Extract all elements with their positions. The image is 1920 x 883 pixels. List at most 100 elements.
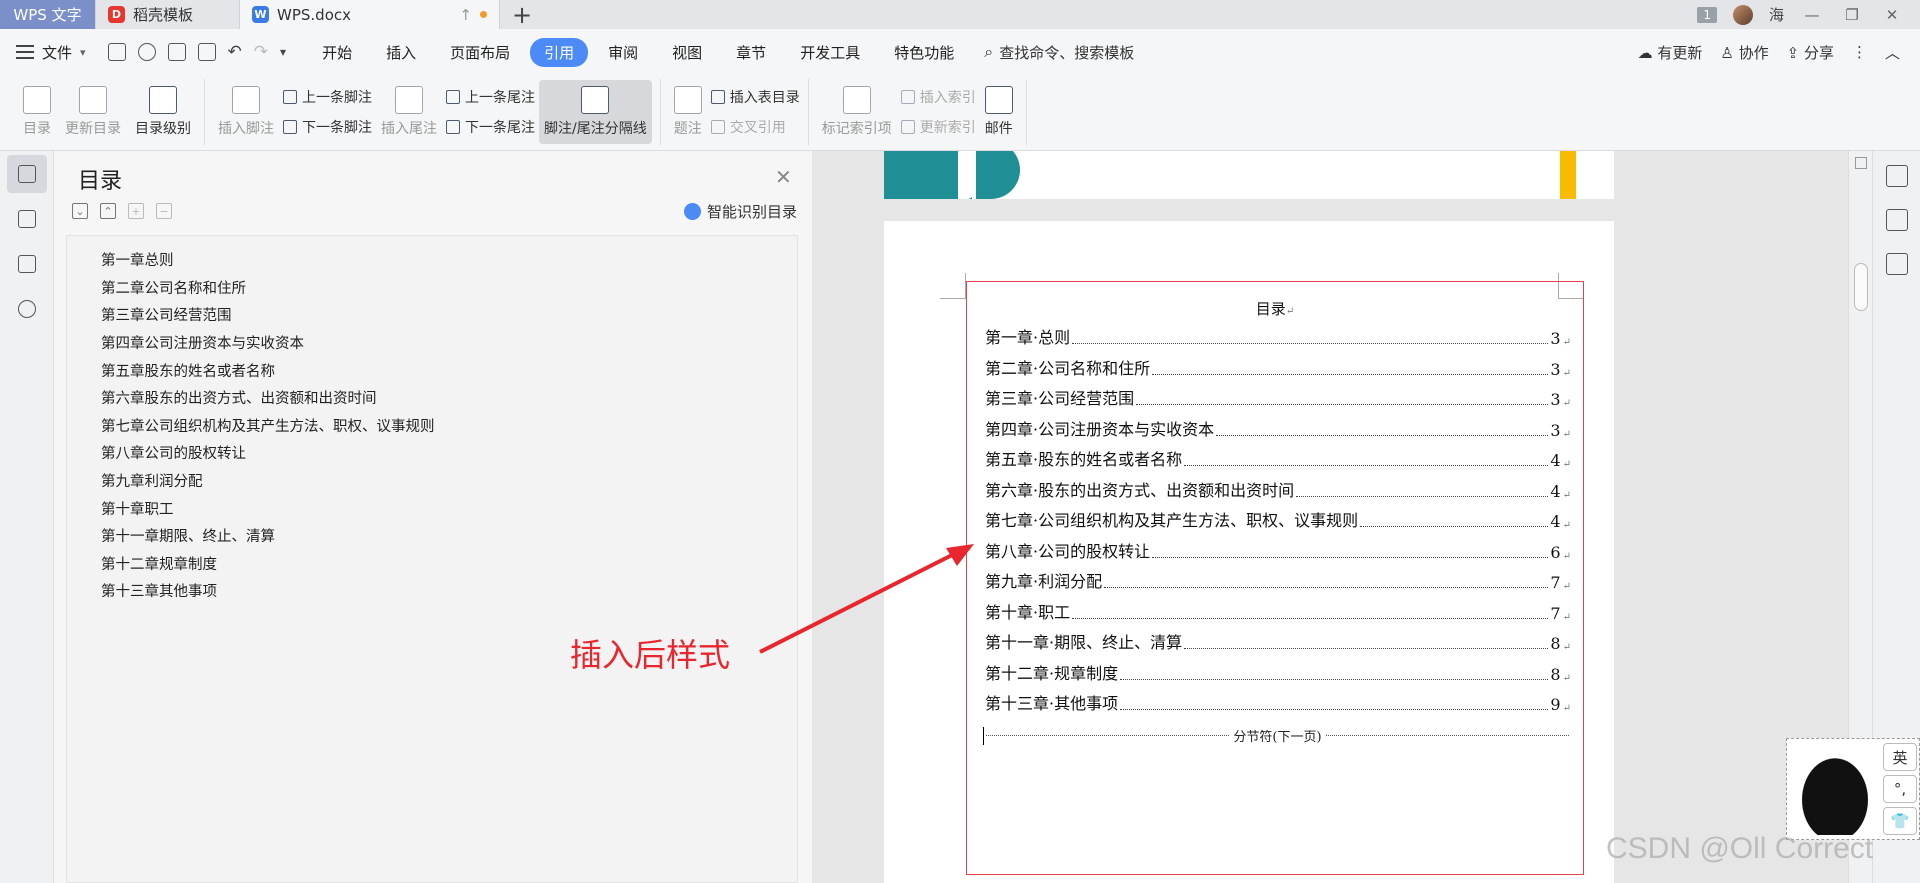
toc-entry[interactable]: 第十二章·规章制度 8 ↵ [985, 660, 1571, 684]
format-painter-icon[interactable] [137, 43, 156, 61]
toc-list-item[interactable]: 第三章公司经营范围 [67, 301, 797, 329]
pen-icon[interactable] [1885, 165, 1908, 187]
update-toc-button[interactable]: 更新目录 [60, 80, 126, 144]
insert-footnote-button[interactable]: 插入脚注 [213, 80, 279, 144]
tab-references[interactable]: 引用 [530, 37, 589, 67]
prev-endnote-button[interactable]: 上一条尾注 [446, 87, 535, 107]
toc-entry[interactable]: 第十章·职工 7 ↵ [985, 599, 1571, 623]
ime-language-toggle[interactable]: 英 [1883, 743, 1917, 771]
tab-insert[interactable]: 插入 [372, 38, 430, 67]
toc-list-item[interactable]: 第十一章期限、终止、清算 [67, 522, 797, 550]
toc-list-item[interactable]: 第七章公司组织机构及其产生方法、职权、议事规则 [67, 412, 797, 440]
toc-level-button[interactable]: 目录级别 [130, 80, 196, 144]
file-menu[interactable]: 文件 ▾ [16, 42, 86, 63]
window-count-badge[interactable]: 1 [1697, 6, 1717, 23]
scrollbar-thumb[interactable] [1854, 263, 1868, 311]
toc-list-item[interactable]: 第十章职工 [67, 494, 797, 522]
close-icon[interactable]: ✕ [775, 165, 792, 189]
next-footnote-button[interactable]: 下一条脚注 [283, 117, 372, 137]
mail-button[interactable]: 邮件 [980, 80, 1018, 144]
toc-list-item[interactable]: 第五章股东的姓名或者名称 [67, 356, 797, 384]
avatar[interactable] [1732, 4, 1753, 25]
undo-icon[interactable]: ↶ [228, 42, 242, 62]
mark-index-button[interactable]: 标记索引项 [817, 80, 897, 144]
tab-review[interactable]: 审阅 [594, 38, 652, 67]
bookmark-icon[interactable] [7, 245, 47, 283]
update-index-button[interactable]: 更新索引 [900, 117, 976, 137]
expand-all-icon[interactable]: ⌄ [72, 203, 88, 219]
toc-entry[interactable]: 第十三章·其他事项 9 ↵ [985, 690, 1571, 714]
upload-icon[interactable]: ↑ [459, 6, 472, 24]
collapse-ribbon-icon[interactable]: ︿ [1885, 42, 1900, 63]
insert-endnote-button[interactable]: 插入尾注 [376, 80, 442, 144]
chapter-nav-icon[interactable] [7, 200, 47, 238]
redo-icon[interactable]: ↷ [254, 42, 268, 62]
next-endnote-button[interactable]: 下一条尾注 [446, 117, 535, 137]
ime-widget[interactable]: 英 °, 👕 [1786, 738, 1920, 840]
smart-detect-toc-button[interactable]: 智能识别目录 [684, 201, 797, 222]
user-name[interactable]: 海 [1769, 4, 1784, 25]
pointer-icon[interactable] [1885, 209, 1908, 231]
toc-list-item[interactable]: 第一章总则 [67, 246, 797, 274]
toc-entry[interactable]: 第五章·股东的姓名或者名称 4 ↵ [985, 446, 1571, 470]
collapse-all-icon[interactable]: ⌃ [100, 203, 116, 219]
toc-list-item[interactable]: 第二章公司名称和住所 [67, 274, 797, 302]
ime-skin-icon[interactable]: 👕 [1883, 807, 1917, 835]
more-icon[interactable]: ⋮ [1852, 43, 1867, 61]
share-button[interactable]: ⇪ 分享 [1787, 42, 1834, 63]
restore-icon[interactable]: ❐ [1840, 6, 1864, 24]
save-icon[interactable] [107, 43, 126, 61]
toc-list-item[interactable]: 第八章公司的股权转让 [67, 439, 797, 467]
toc-list-item[interactable]: 第九章利润分配 [67, 467, 797, 495]
toc-entry[interactable]: 第七章·公司组织机构及其产生方法、职权、议事规则 4 ↵ [985, 507, 1571, 531]
toc-entry[interactable]: 第四章·公司注册资本与实收资本 3 ↵ [985, 416, 1571, 440]
print-preview-icon[interactable] [197, 43, 216, 61]
toc-entry[interactable]: 第九章·利润分配 7 ↵ [985, 568, 1571, 592]
collab-button[interactable]: ♙ 协作 [1720, 42, 1768, 63]
toc-entry[interactable]: 第十一章·期限、终止、清算 8 ↵ [985, 629, 1571, 653]
customize-icon[interactable]: ▾ [280, 45, 286, 59]
note-separator-button[interactable]: 脚注/尾注分隔线 [539, 80, 652, 144]
toc-panel-icon[interactable] [7, 155, 47, 193]
command-search[interactable]: ⌕ 查找命令、搜索模板 [984, 42, 1134, 63]
toc-entry-title: 第一章·总则 [985, 328, 1071, 347]
tab-docer-templates[interactable]: D 稻壳模板 [96, 0, 240, 29]
promote-icon[interactable]: + [128, 203, 144, 219]
toc-entry[interactable]: 第六章·股东的出资方式、出资额和出资时间 4 ↵ [985, 477, 1571, 501]
toc-entry[interactable]: 第一章·总则 3 ↵ [985, 324, 1571, 348]
toc-field[interactable]: 目录↵ 第一章·总则 3 ↵ 第二章·公司名称和住所 3 ↵ 第三章·公司经营范围 3 ↵ 第四章… [966, 281, 1584, 875]
toc-entry[interactable]: 第二章·公司名称和住所 3 ↵ [985, 355, 1571, 379]
document-page[interactable]: 目录↵ 第一章·总则 3 ↵ 第二章·公司名称和住所 3 ↵ 第三章·公司经营范围 3 ↵ 第四章… [884, 221, 1614, 883]
cross-ref-button[interactable]: 交叉引用 [710, 117, 800, 137]
ime-punct-toggle[interactable]: °, [1883, 775, 1917, 803]
print-icon[interactable] [167, 43, 186, 61]
tab-page-layout[interactable]: 页面布局 [436, 38, 524, 67]
tab-wps-writer[interactable]: WPS 文字 [0, 0, 96, 29]
tab-start[interactable]: 开始 [308, 38, 366, 67]
toc-heading-text: 目录 [1255, 300, 1286, 318]
insert-table-toc-button[interactable]: 插入表目录 [710, 87, 800, 107]
prev-footnote-button[interactable]: 上一条脚注 [283, 87, 372, 107]
insert-index-button[interactable]: 插入索引 [900, 87, 976, 107]
find-replace-icon[interactable] [7, 290, 47, 328]
close-window-icon[interactable]: ✕ [1880, 6, 1904, 24]
settings-sliders-icon[interactable] [1885, 253, 1908, 275]
split-view-icon[interactable] [1855, 157, 1867, 169]
tab-chapter[interactable]: 章节 [722, 38, 780, 67]
caption-button[interactable]: 题注 [669, 80, 707, 144]
tab-view[interactable]: 视图 [658, 38, 716, 67]
toc-list-item[interactable]: 第十三章其他事项 [67, 577, 797, 605]
toc-button[interactable]: 目录 [18, 80, 56, 144]
toc-list-item[interactable]: 第四章公司注册资本与实收资本 [67, 329, 797, 357]
tab-document[interactable]: W WPS.docx ↑ [240, 0, 500, 29]
toc-entry[interactable]: 第三章·公司经营范围 3 ↵ [985, 385, 1571, 409]
demote-icon[interactable]: − [156, 203, 172, 219]
toc-list-item[interactable]: 第六章股东的出资方式、出资额和出资时间 [67, 384, 797, 412]
tab-developer[interactable]: 开发工具 [786, 38, 874, 67]
tab-features[interactable]: 特色功能 [880, 38, 968, 67]
new-tab-button[interactable]: + [500, 0, 544, 29]
toc-list-item[interactable]: 第十二章规章制度 [67, 550, 797, 578]
toc-entry[interactable]: 第八章·公司的股权转让 6 ↵ [985, 538, 1571, 562]
minimize-icon[interactable]: — [1800, 6, 1824, 24]
update-button[interactable]: ☁ 有更新 [1638, 42, 1703, 63]
